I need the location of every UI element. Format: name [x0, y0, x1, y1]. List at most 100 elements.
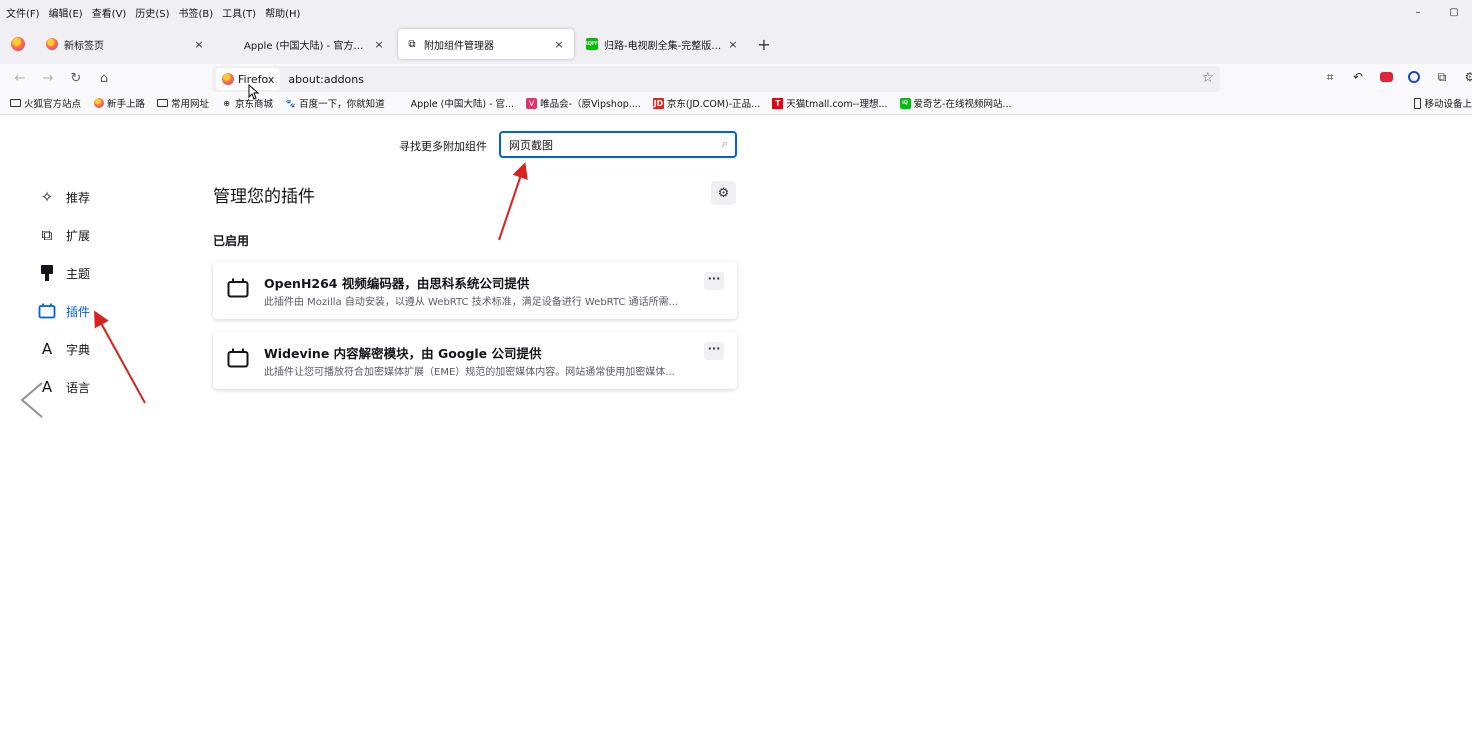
undo-icon[interactable]: ↶: [1344, 66, 1372, 88]
tab-strip: 新标签页 × Apple (中国大陆) - 官方网站 × ⧉ 附加组件管理器 ×…: [0, 24, 1472, 64]
plugin-description: 此插件让您可播放符合加密媒体扩展（EME）规范的加密媒体内容。网站通常使用加密媒…: [264, 367, 675, 378]
minimize-button[interactable]: –: [1400, 7, 1436, 18]
extensions-icon[interactable]: ⚙: [1456, 66, 1472, 88]
folder-icon: [157, 99, 169, 107]
category-label: 语言: [66, 380, 91, 395]
more-options-button[interactable]: ···: [704, 342, 724, 360]
mobile-bookmarks[interactable]: 移动设备上: [1414, 96, 1472, 110]
tab-title: 新标签页: [64, 40, 104, 52]
plugin-icon: [227, 278, 249, 298]
more-options-button[interactable]: ···: [704, 272, 724, 290]
annotation-arrow-search: [498, 162, 528, 241]
plugin-description: 此插件由 Mozilla 自动安装，以遵从 WebRTC 技术标准，满足设备进行…: [264, 297, 679, 308]
category-languages[interactable]: A 语言: [36, 368, 156, 406]
vipshop-icon: V: [526, 97, 538, 109]
folder-icon: [10, 99, 21, 107]
firefox-icon: [11, 37, 25, 51]
jd-icon: JD: [652, 97, 664, 109]
menu-help[interactable]: 帮助(H): [265, 5, 300, 20]
bookmark-star-icon[interactable]: ☆: [1201, 70, 1214, 86]
plugin-icon: [36, 300, 58, 322]
globe-icon: ⊕: [223, 98, 230, 108]
bookmark-folder[interactable]: 火狐官方站点: [10, 96, 81, 110]
reload-button[interactable]: ↻: [62, 66, 90, 90]
menu-tools[interactable]: 工具(T): [222, 5, 256, 20]
bookmark-item[interactable]: 新手上路: [93, 96, 145, 110]
bookmark-item[interactable]: JD 京东(JD.COM)-正品...: [652, 96, 760, 110]
puzzle-icon: ⧉: [408, 38, 416, 50]
iqiyi-icon: iQ: [899, 97, 911, 109]
bookmark-item[interactable]: iQ 爱奇艺-在线视频网站...: [899, 96, 1012, 110]
url-text[interactable]: about:addons: [288, 73, 364, 86]
apple-icon: [397, 98, 408, 109]
phone-icon: [1414, 97, 1422, 109]
search-label: 寻找更多附加组件: [399, 140, 487, 153]
category-extensions[interactable]: ⧉ 扩展: [36, 216, 156, 254]
apple-icon: [226, 38, 238, 50]
menu-bar: 文件(F) 编辑(E) 查看(V) 历史(S) 书签(B) 工具(T) 帮助(H…: [0, 0, 1472, 24]
navigation-toolbar: ← → ↻ ⌂ Firefox about:addons ☆: [0, 64, 1472, 92]
tab-title: 附加组件管理器: [424, 40, 494, 52]
category-dictionaries[interactable]: A 字典: [36, 330, 156, 368]
close-icon[interactable]: ×: [726, 38, 740, 51]
tab-iqiyi[interactable]: iQIYI 归路-电视剧全集-完整版视频在线观看 ×: [578, 29, 748, 59]
bookmark-item[interactable]: V 唯品会-（原Vipshop....: [526, 96, 641, 110]
tab-apple[interactable]: Apple (中国大陆) - 官方网站 ×: [218, 29, 394, 59]
category-label: 主题: [66, 266, 91, 281]
close-icon[interactable]: ×: [192, 38, 206, 51]
mouse-cursor-icon: [248, 84, 260, 100]
iqiyi-icon: iQIYI: [586, 38, 599, 50]
bookmark-item[interactable]: T 天猫tmall.com--理想...: [772, 96, 888, 110]
video-extension-icon[interactable]: [1372, 66, 1400, 88]
tab-title: Apple (中国大陆) - 官方网站: [244, 40, 372, 52]
new-tab-button[interactable]: +: [752, 35, 776, 54]
search-icon: ⌕: [721, 137, 728, 150]
menu-edit[interactable]: 编辑(E): [49, 5, 83, 20]
section-enabled-heading: 已启用: [213, 234, 250, 248]
gear-icon[interactable]: ⚙: [711, 181, 736, 205]
category-plugins[interactable]: 插件: [36, 292, 156, 330]
menu-view[interactable]: 查看(V): [92, 5, 127, 20]
home-button[interactable]: ⌂: [90, 66, 118, 90]
category-recommended[interactable]: ✧ 推荐: [36, 178, 156, 216]
restore-button[interactable]: ▢: [1436, 7, 1472, 18]
puzzle-icon[interactable]: ⧉: [1428, 66, 1456, 88]
toolbar-icons: ⌗ ↶ ⧉ ⚙: [1316, 66, 1472, 88]
menu-history[interactable]: 历史(S): [135, 5, 169, 20]
category-label: 扩展: [66, 228, 91, 243]
category-label: 插件: [66, 304, 91, 319]
firefox-icon: [222, 73, 234, 85]
dictionary-icon: A: [41, 340, 53, 358]
plugin-icon: [227, 348, 249, 368]
firefox-view-button[interactable]: [6, 30, 30, 58]
vpn-extension-icon[interactable]: [1400, 66, 1428, 88]
bookmarks-toolbar: 火狐官方站点 新手上路 常用网址 ⊕ 京东商城 🐾 百度一下，你就知道 Apple …: [0, 92, 1472, 115]
addons-search-input[interactable]: 网页截图 ⌕: [499, 131, 737, 158]
menu-bookmarks[interactable]: 书签(B): [179, 5, 214, 20]
tab-new-tab[interactable]: 新标签页 ×: [38, 29, 214, 59]
close-icon[interactable]: ×: [552, 38, 566, 51]
firefox-icon: [93, 98, 104, 109]
window-controls: – ▢: [1400, 0, 1472, 24]
bookmark-item[interactable]: Apple (中国大陆) - 官...: [397, 96, 515, 110]
bookmark-item[interactable]: 🐾 百度一下，你就知道: [285, 96, 385, 111]
search-value: 网页截图: [509, 138, 553, 152]
close-icon[interactable]: ×: [372, 38, 386, 51]
crop-icon[interactable]: ⌗: [1316, 66, 1344, 88]
plugin-card-widevine[interactable]: Widevine 内容解密模块，由 Google 公司提供 此插件让您可播放符合…: [213, 332, 737, 389]
back-button[interactable]: ←: [6, 66, 34, 90]
bookmark-folder[interactable]: 常用网址: [157, 96, 209, 110]
url-bar[interactable]: Firefox about:addons ☆: [212, 66, 1220, 92]
menu-file[interactable]: 文件(F): [6, 5, 40, 20]
baidu-icon: 🐾: [285, 98, 296, 108]
category-label: 字典: [66, 342, 91, 357]
forward-button[interactable]: →: [34, 66, 62, 90]
category-label: 推荐: [66, 190, 91, 205]
category-sidebar: ✧ 推荐 ⧉ 扩展 主题 插件 A 字典 A 语言: [36, 178, 156, 406]
sparkle-icon: ✧: [40, 188, 54, 206]
plugin-name: Widevine 内容解密模块，由 Google 公司提供: [264, 346, 542, 361]
plugin-name: OpenH264 视频编码器，由思科系统公司提供: [264, 276, 530, 291]
tab-addons-manager[interactable]: ⧉ 附加组件管理器 ×: [398, 29, 574, 59]
plugin-card-openh264[interactable]: OpenH264 视频编码器，由思科系统公司提供 此插件由 Mozilla 自动…: [213, 262, 737, 319]
category-themes[interactable]: 主题: [36, 254, 156, 292]
